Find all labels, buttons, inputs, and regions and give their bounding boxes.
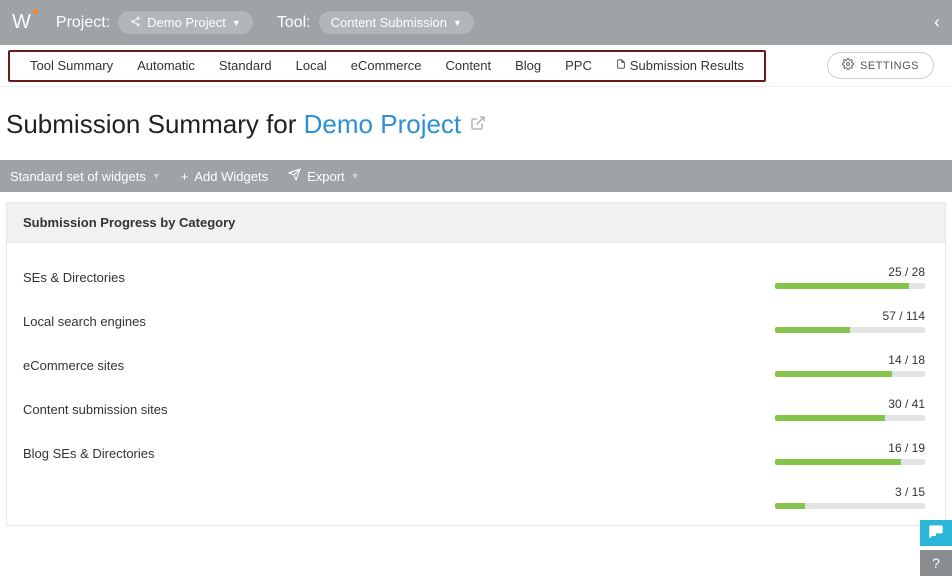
top-header: W Project: Demo Project ▼ Tool: Content … [0,0,952,45]
progress-row-count: 57 / 114 [883,309,925,323]
subnav-tab[interactable]: Content [434,52,504,79]
progress-row-count: 16 / 19 [888,441,925,455]
progress-row-label: SEs & Directories [23,270,543,285]
subnav-tab[interactable]: Blog [503,52,553,79]
progress-row-label: Blog SEs & Directories [23,446,543,461]
progress-bar-track [775,415,925,421]
subnav-tab[interactable]: Tool Summary [18,52,125,79]
progress-bar-fill [775,283,909,289]
plus-icon: + [181,169,189,184]
page-title-prefix: Submission Summary for [6,109,304,139]
progress-row: Content submission sites 30 / 41 [23,387,929,431]
logo-accent-dot [33,9,38,14]
subnav-tab-label: Tool Summary [30,58,113,73]
widget-toolbar: Standard set of widgets ▼ + Add Widgets … [0,160,952,192]
progress-row-meter: 57 / 114 [543,309,929,333]
tool-field-label: Tool: [277,14,311,32]
add-widgets-button[interactable]: + Add Widgets [181,169,268,184]
subnav-tab[interactable]: eCommerce [339,52,434,79]
caret-down-icon: ▼ [152,171,161,181]
export-dropdown[interactable]: Export ▼ [288,168,360,184]
tool-selector-value: Content Submission [331,15,447,30]
subnav-tab-label: Automatic [137,58,195,73]
progress-row-count: 25 / 28 [888,265,925,279]
subnav-tab-label: Blog [515,58,541,73]
progress-card: Submission Progress by Category SEs & Di… [6,202,946,526]
widget-set-dropdown[interactable]: Standard set of widgets ▼ [10,169,161,184]
gear-icon [842,58,854,73]
progress-row-count: 3 / 15 [895,485,925,499]
subnav-tab-label: Standard [219,58,272,73]
project-selector-value: Demo Project [147,15,226,30]
progress-row-meter: 16 / 19 [543,441,929,465]
project-link[interactable]: Demo Project [304,109,462,139]
progress-row: eCommerce sites 14 / 18 [23,343,929,387]
progress-row: Blog SEs & Directories 16 / 19 [23,431,929,475]
project-field-label: Project: [56,14,110,32]
subnav-tab[interactable]: PPC [553,52,604,79]
external-link-icon[interactable] [470,118,486,135]
subnav-tabs: Tool Summary Automatic Standard Local eComme… [8,50,766,82]
settings-button-label: SETTINGS [860,60,919,72]
progress-row: 3 / 15 [23,475,929,519]
help-button[interactable]: ? [920,550,952,576]
project-selector[interactable]: Demo Project ▼ [118,11,253,34]
app-logo: W [12,11,32,34]
progress-row-label: Local search engines [23,314,543,329]
tool-selector[interactable]: Content Submission ▼ [319,11,474,34]
card-body: SEs & Directories 25 / 28 Local search eng… [7,243,945,525]
chat-button[interactable] [920,520,952,546]
progress-row: SEs & Directories 25 / 28 [23,255,929,299]
subnav-tab[interactable]: Automatic [125,52,207,79]
subnav-tab-label: eCommerce [351,58,422,73]
progress-row-label: eCommerce sites [23,358,543,373]
progress-bar-fill [775,371,892,377]
settings-button[interactable]: SETTINGS [827,52,934,79]
progress-row-label: Content submission sites [23,402,543,417]
caret-down-icon: ▼ [453,18,462,28]
subnav-tab-label: Local [296,58,327,73]
chat-icon [928,524,944,543]
progress-bar-track [775,283,925,289]
progress-row-meter: 3 / 15 [543,485,929,509]
progress-bar-track [775,503,925,509]
widget-set-label: Standard set of widgets [10,169,146,184]
progress-row-count: 30 / 41 [888,397,925,411]
collapse-panel-button[interactable]: ‹ [934,12,940,33]
progress-bar-track [775,327,925,333]
progress-bar-track [775,459,925,465]
progress-bar-fill [775,503,805,509]
floating-buttons: ? [920,520,952,576]
send-icon [288,168,301,184]
export-label: Export [307,169,345,184]
question-icon: ? [932,555,940,571]
subnav-tab[interactable]: Standard [207,52,284,79]
subnav-tab-label: Submission Results [630,58,744,73]
card-header: Submission Progress by Category [7,203,945,243]
progress-row-meter: 14 / 18 [543,353,929,377]
subnav-tab-label: PPC [565,58,592,73]
progress-row-meter: 30 / 41 [543,397,929,421]
subnav-tab[interactable]: Submission Results [604,52,756,79]
subnav-tab[interactable]: Local [284,52,339,79]
caret-down-icon: ▼ [232,18,241,28]
progress-bar-fill [775,459,901,465]
subnav-tab-label: Content [446,58,492,73]
page-title: Submission Summary for Demo Project [0,87,952,160]
progress-bar-fill [775,415,885,421]
document-icon [616,61,626,73]
progress-row-count: 14 / 18 [888,353,925,367]
add-widgets-label: Add Widgets [194,169,268,184]
progress-bar-track [775,371,925,377]
progress-row-meter: 25 / 28 [543,265,929,289]
share-icon [130,16,141,30]
subnav-bar: Tool Summary Automatic Standard Local eComme… [0,45,952,87]
progress-row: Local search engines 57 / 114 [23,299,929,343]
caret-down-icon: ▼ [351,171,360,181]
progress-bar-fill [775,327,850,333]
